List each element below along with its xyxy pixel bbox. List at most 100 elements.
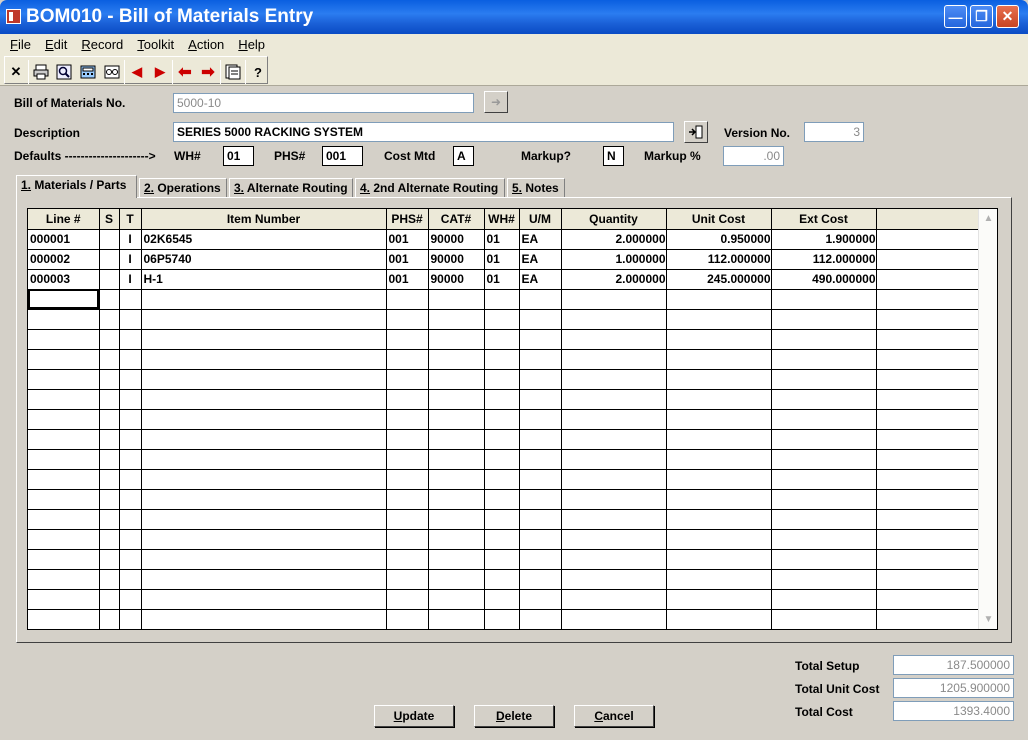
table-cell[interactable] (99, 489, 120, 510)
table-cell[interactable] (386, 429, 429, 450)
phs-field[interactable]: 001 (322, 146, 363, 166)
table-cell[interactable] (99, 549, 120, 570)
table-cell[interactable] (519, 369, 562, 390)
scroll-up-icon[interactable]: ▲ (980, 210, 997, 227)
minimize-button[interactable]: — (944, 5, 967, 28)
empty-table-row[interactable] (28, 309, 979, 330)
table-cell[interactable] (119, 449, 142, 470)
table-cell[interactable]: 000003 (28, 269, 100, 290)
table-cell[interactable]: 1.000000 (561, 249, 667, 270)
empty-table-row[interactable] (28, 289, 979, 310)
table-cell[interactable] (484, 289, 520, 310)
table-cell[interactable] (771, 609, 877, 629)
table-cell[interactable]: 1.900000 (771, 229, 877, 250)
table-cell[interactable] (386, 329, 429, 350)
table-cell[interactable] (666, 429, 772, 450)
table-cell[interactable] (28, 309, 100, 330)
table-cell[interactable] (561, 569, 667, 590)
table-cell[interactable] (386, 449, 429, 470)
table-cell[interactable] (28, 489, 100, 510)
table-cell[interactable] (519, 589, 562, 610)
description-button[interactable] (684, 121, 708, 143)
help-icon[interactable]: ? (247, 61, 269, 83)
table-cell[interactable] (484, 409, 520, 430)
empty-table-row[interactable] (28, 509, 979, 530)
table-cell[interactable] (666, 449, 772, 470)
table-cell[interactable] (666, 529, 772, 550)
table-cell[interactable] (771, 429, 877, 450)
delete-button[interactable]: Delete (474, 705, 554, 727)
cost-mtd-field[interactable]: A (453, 146, 474, 166)
table-cell[interactable] (99, 609, 120, 629)
table-cell[interactable] (119, 589, 142, 610)
empty-table-row[interactable] (28, 569, 979, 590)
table-cell[interactable] (771, 489, 877, 510)
table-cell[interactable] (99, 249, 120, 270)
close-icon[interactable]: ✕ (5, 61, 27, 83)
table-cell[interactable] (386, 369, 429, 390)
table-cell[interactable] (666, 509, 772, 530)
table-cell[interactable] (99, 289, 120, 310)
table-cell[interactable] (141, 589, 387, 610)
active-cell[interactable] (28, 289, 100, 310)
table-cell[interactable] (484, 429, 520, 450)
table-cell[interactable]: 02K6545 (141, 229, 387, 250)
table-cell[interactable] (519, 469, 562, 490)
table-cell[interactable] (666, 289, 772, 310)
table-cell[interactable] (561, 289, 667, 310)
table-cell[interactable] (519, 569, 562, 590)
table-cell[interactable] (28, 589, 100, 610)
table-cell[interactable] (771, 309, 877, 330)
table-cell[interactable] (561, 509, 667, 530)
prev-icon[interactable]: ◀ (126, 61, 148, 83)
tab-alternate-routing[interactable]: 3. Alternate Routing (229, 178, 353, 198)
table-cell[interactable]: 001 (386, 269, 429, 290)
table-cell[interactable] (119, 509, 142, 530)
table-cell[interactable] (519, 449, 562, 470)
table-cell[interactable] (99, 469, 120, 490)
table-cell[interactable] (119, 309, 142, 330)
last-icon[interactable]: ➡ (197, 61, 219, 83)
table-cell[interactable] (561, 409, 667, 430)
menu-record[interactable]: Record (81, 37, 123, 52)
table-cell[interactable] (519, 429, 562, 450)
empty-table-row[interactable] (28, 429, 979, 450)
table-cell[interactable] (771, 289, 877, 310)
table-cell[interactable] (666, 589, 772, 610)
table-cell[interactable] (141, 569, 387, 590)
table-cell[interactable]: EA (519, 269, 562, 290)
table-cell[interactable] (141, 409, 387, 430)
close-window-button[interactable]: ✕ (996, 5, 1019, 28)
table-cell[interactable] (28, 609, 100, 629)
table-cell[interactable]: I (119, 269, 142, 290)
table-cell[interactable] (99, 569, 120, 590)
tab-2nd-alternate-routing[interactable]: 4. 2nd Alternate Routing (355, 178, 505, 198)
table-cell[interactable] (386, 529, 429, 550)
table-cell[interactable] (484, 549, 520, 570)
table-cell[interactable] (771, 569, 877, 590)
empty-table-row[interactable] (28, 609, 979, 629)
table-cell[interactable] (519, 489, 562, 510)
table-cell[interactable] (386, 289, 429, 310)
table-cell[interactable] (666, 369, 772, 390)
table-cell[interactable] (484, 369, 520, 390)
table-cell[interactable] (99, 369, 120, 390)
scroll-down-icon[interactable]: ▼ (980, 611, 997, 628)
table-cell[interactable] (771, 449, 877, 470)
table-cell[interactable] (28, 529, 100, 550)
table-cell[interactable] (99, 389, 120, 410)
table-cell[interactable] (386, 489, 429, 510)
col-header-phs[interactable]: PHS# (386, 209, 429, 230)
table-cell[interactable] (119, 469, 142, 490)
table-cell[interactable] (99, 309, 120, 330)
table-cell[interactable] (771, 389, 877, 410)
table-cell[interactable] (428, 589, 485, 610)
table-cell[interactable] (561, 449, 667, 470)
table-cell[interactable] (666, 409, 772, 430)
table-cell[interactable] (386, 569, 429, 590)
table-cell[interactable] (28, 449, 100, 470)
table-cell[interactable] (666, 309, 772, 330)
update-button[interactable]: Update (374, 705, 454, 727)
table-cell[interactable]: 112.000000 (771, 249, 877, 270)
table-cell[interactable] (28, 349, 100, 370)
